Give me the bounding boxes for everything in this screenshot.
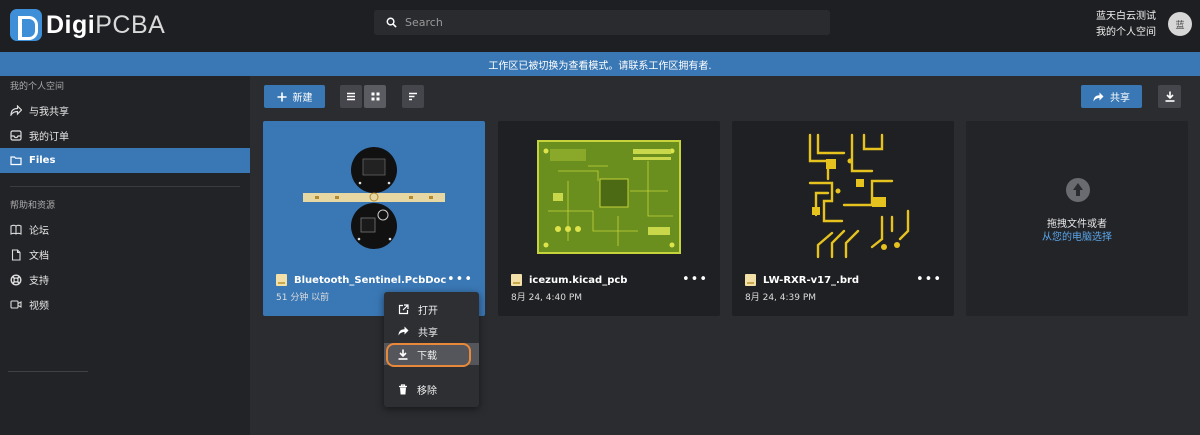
share-button[interactable]: 共享 xyxy=(1081,85,1142,108)
pcb-thumbnail-icezum xyxy=(537,140,681,254)
sidebar-section-help: 帮助和资源 xyxy=(10,201,56,211)
file-modified: 8月 24, 4:39 PM xyxy=(745,293,817,303)
more-options-icon[interactable]: ••• xyxy=(447,272,473,287)
book-icon xyxy=(10,224,22,235)
logo-text-light: PCBA xyxy=(95,10,166,39)
download-button[interactable] xyxy=(1158,85,1181,108)
more-options-icon[interactable]: ••• xyxy=(682,272,708,287)
share-icon xyxy=(10,105,22,116)
sort-button[interactable] xyxy=(402,85,424,108)
file-name: LW-RXR-v17_.brd xyxy=(745,274,859,286)
avatar[interactable]: 蓝 xyxy=(1168,12,1192,36)
sidebar-item-label: 支持 xyxy=(29,276,49,287)
upload-drop-zone[interactable]: 拖拽文件或者 从您的电脑选择 xyxy=(966,121,1188,316)
new-button[interactable]: 新建 xyxy=(264,85,325,108)
app-logo[interactable]: DigiPCBA xyxy=(10,8,165,42)
sidebar-item-label: 论坛 xyxy=(29,226,49,237)
search-box[interactable] xyxy=(374,10,830,35)
grid-view-icon xyxy=(371,92,379,101)
share-icon xyxy=(1093,92,1104,101)
file-name: Bluetooth_Sentinel.PcbDoc xyxy=(276,274,446,286)
file-icon xyxy=(276,274,287,286)
sidebar-item-shared[interactable]: 与我共享 xyxy=(0,98,250,123)
file-name-text: icezum.kicad_pcb xyxy=(529,274,628,286)
pcb-thumbnail-lw-rxr xyxy=(808,133,910,259)
user-workspace: 我的个人空间 xyxy=(1096,27,1156,38)
file-card[interactable]: icezum.kicad_pcb 8月 24, 4:40 PM ••• xyxy=(498,121,720,316)
search-input[interactable] xyxy=(405,16,785,29)
new-button-label: 新建 xyxy=(292,93,313,104)
inbox-icon xyxy=(10,130,22,141)
top-bar: DigiPCBA 蓝天白云测试 我的个人空间 蓝 xyxy=(0,0,1200,52)
sidebar: 我的个人空间 与我共享 我的订单 Files 帮助和资源 论坛 文档 支持 视频 xyxy=(0,76,250,435)
user-name: 蓝天白云测试 xyxy=(1096,11,1156,22)
file-thumbnail xyxy=(732,121,954,271)
sidebar-item-label: Files xyxy=(29,155,56,166)
sidebar-divider xyxy=(10,186,240,187)
open-external-icon xyxy=(398,303,409,314)
download-icon xyxy=(1165,91,1174,102)
pcb-thumbnail-bluetooth xyxy=(303,147,445,249)
trash-icon xyxy=(399,383,407,394)
list-view-icon xyxy=(347,92,355,101)
sidebar-section-personal: 我的个人空间 xyxy=(10,82,65,92)
file-modified: 51 分钟 以前 xyxy=(276,293,330,303)
sidebar-item-support[interactable]: 支持 xyxy=(0,267,250,292)
logo-text-bold: Digi xyxy=(46,10,96,39)
sidebar-item-label: 我的订单 xyxy=(29,132,69,143)
file-icon xyxy=(511,274,522,286)
sidebar-item-files[interactable]: Files xyxy=(0,148,250,173)
list-view-button[interactable] xyxy=(340,85,362,108)
logo-text: DigiPCBA xyxy=(46,11,165,40)
file-modified: 8月 24, 4:40 PM xyxy=(511,293,583,303)
sidebar-item-label: 与我共享 xyxy=(29,107,69,118)
share-icon xyxy=(398,326,409,336)
file-icon xyxy=(745,274,756,286)
logo-mark-icon xyxy=(10,9,42,41)
search-icon xyxy=(386,17,397,28)
plus-icon xyxy=(277,92,286,101)
file-name-text: Bluetooth_Sentinel.PcbDoc xyxy=(294,274,447,286)
menu-item-open[interactable]: 打开 xyxy=(384,298,479,320)
sort-icon xyxy=(409,92,417,101)
grid-view-button[interactable] xyxy=(364,85,386,108)
sidebar-item-orders[interactable]: 我的订单 xyxy=(0,123,250,148)
menu-item-label: 打开 xyxy=(418,305,438,317)
sidebar-item-video[interactable]: 视频 xyxy=(0,292,250,317)
menu-item-remove[interactable]: 移除 xyxy=(384,378,479,400)
choose-from-computer-link[interactable]: 从您的电脑选择 xyxy=(966,228,1188,243)
file-thumbnail xyxy=(498,121,720,271)
file-name: icezum.kicad_pcb xyxy=(511,274,627,286)
menu-item-label: 移除 xyxy=(417,385,437,397)
file-card[interactable]: LW-RXR-v17_.brd 8月 24, 4:39 PM ••• xyxy=(732,121,954,316)
menu-item-label: 共享 xyxy=(418,327,438,339)
view-mode-banner: 工作区已被切换为查看模式。请联系工作区拥有者. xyxy=(0,52,1200,76)
download-highlight-ring xyxy=(386,343,471,367)
sidebar-item-label: 视频 xyxy=(29,301,49,312)
lifebuoy-icon xyxy=(10,273,22,286)
sidebar-item-label: 文档 xyxy=(29,251,49,262)
file-card[interactable]: Bluetooth_Sentinel.PcbDoc 51 分钟 以前 ••• xyxy=(263,121,485,316)
file-thumbnail xyxy=(263,121,485,271)
folder-icon xyxy=(10,156,22,166)
menu-item-share[interactable]: 共享 xyxy=(384,320,479,342)
more-options-icon[interactable]: ••• xyxy=(916,272,942,287)
document-icon xyxy=(11,248,21,261)
upload-icon xyxy=(1066,178,1090,202)
share-button-label: 共享 xyxy=(1110,93,1130,104)
video-icon xyxy=(10,300,22,309)
menu-divider xyxy=(8,371,88,372)
sidebar-item-docs[interactable]: 文档 xyxy=(0,242,250,267)
user-info[interactable]: 蓝天白云测试 我的个人空间 xyxy=(1096,9,1156,41)
sidebar-item-forum[interactable]: 论坛 xyxy=(0,217,250,242)
file-name-text: LW-RXR-v17_.brd xyxy=(763,274,860,286)
